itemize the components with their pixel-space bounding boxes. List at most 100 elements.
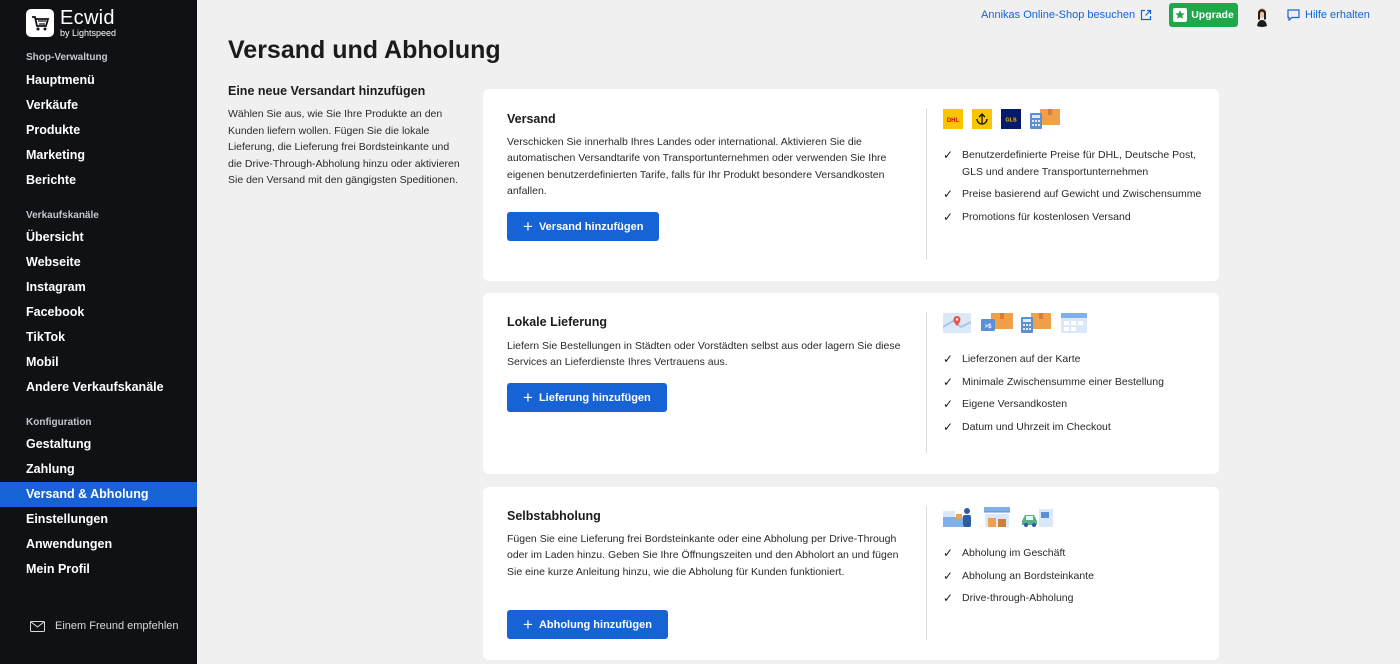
add-delivery-button[interactable]: + Lieferung hinzufügen: [507, 383, 667, 412]
plus-icon: +: [523, 217, 533, 236]
feature-list: ✓ Lieferzonen auf der Karte ✓ Minimale Zwi…: [943, 351, 1203, 441]
list-item: ✓ Benutzerdefinierte Preise für DHL, Deut…: [943, 147, 1203, 180]
sidebar-item-berichte[interactable]: Berichte: [0, 168, 197, 193]
add-shipping-button[interactable]: + Versand hinzufügen: [507, 212, 660, 241]
map-pin-icon: [943, 313, 971, 333]
check-icon: ✓: [943, 568, 954, 583]
sidebar: Ecwid by Lightspeed Shop-Verwaltung Haup…: [0, 0, 197, 664]
gls-logo-icon: GLS: [1001, 109, 1021, 129]
intro-section: Eine neue Versandart hinzufügen Wählen S…: [228, 84, 466, 189]
upgrade-label: Upgrade: [1191, 9, 1234, 21]
logo[interactable]: Ecwid by Lightspeed: [26, 8, 116, 38]
sidebar-item-zahlung[interactable]: Zahlung: [0, 457, 197, 482]
feature-text: Datum und Uhrzeit im Checkout: [962, 420, 1111, 433]
divider: [926, 506, 927, 640]
plus-icon: +: [523, 388, 533, 407]
check-icon: ✓: [943, 546, 954, 560]
refer-friend-label: Einem Freund empfehlen: [55, 620, 179, 632]
card-description: Liefern Sie Bestellungen in Städten oder…: [507, 340, 901, 369]
page-title: Versand und Abholung: [228, 36, 501, 64]
sidebar-item-einstellungen[interactable]: Einstellungen: [0, 507, 197, 532]
feature-list: ✓ Benutzerdefinierte Preise für DHL, Deut…: [943, 147, 1203, 231]
svg-text:GLS: GLS: [1005, 118, 1017, 124]
topbar: Annikas Online-Shop besuchen Upgrade Hil…: [197, 0, 1400, 30]
sidebar-item-instagram[interactable]: Instagram: [0, 275, 197, 300]
plus-icon: +: [523, 615, 533, 634]
shipping-card: Versand Verschicken Sie innerhalb Ihres …: [483, 89, 1219, 281]
card-title: Selbstabholung: [507, 509, 601, 523]
sidebar-item-mobil[interactable]: Mobil: [0, 350, 197, 375]
sidebar-item-verkaufe[interactable]: Verkäufe: [0, 93, 197, 118]
sidebar-item-mein-profil[interactable]: Mein Profil: [0, 557, 197, 582]
external-link-icon: [1141, 9, 1152, 21]
upgrade-button[interactable]: Upgrade: [1169, 3, 1238, 27]
store-pickup-icon: [943, 508, 971, 527]
list-item: ✓ Datum und Uhrzeit im Checkout: [943, 419, 1203, 436]
visit-shop-label: Annikas Online-Shop besuchen: [981, 9, 1136, 21]
intro-heading: Eine neue Versandart hinzufügen: [228, 84, 426, 98]
check-icon: ✓: [943, 352, 954, 366]
divider: [926, 108, 927, 260]
sidebar-item-produkte[interactable]: Produkte: [0, 118, 197, 143]
avatar[interactable]: [1250, 3, 1274, 27]
section-shop-label: Shop-Verwaltung: [26, 52, 108, 63]
feature-text: Preise basierend auf Gewicht und Zwische…: [962, 188, 1202, 200]
help-label: Hilfe erhalten: [1305, 9, 1370, 21]
visit-shop-link[interactable]: Annikas Online-Shop besuchen: [981, 9, 1152, 21]
sidebar-item-anwendungen[interactable]: Anwendungen: [0, 532, 197, 557]
check-icon: ✓: [943, 374, 954, 389]
section-channels-label: Verkaufskanäle: [26, 210, 99, 221]
sidebar-item-facebook[interactable]: Facebook: [0, 300, 197, 325]
sidebar-item-gestaltung[interactable]: Gestaltung: [0, 432, 197, 457]
carrier-icons: DHL GLS: [943, 109, 1071, 129]
card-title: Lokale Lieferung: [507, 315, 608, 329]
calendar-icon: [1061, 313, 1087, 333]
refer-friend-link[interactable]: Einem Freund empfehlen: [30, 620, 179, 632]
sidebar-item-hauptmenu[interactable]: Hauptmenü: [0, 68, 197, 93]
local-delivery-card: Lokale Lieferung Liefern Sie Bestellunge…: [483, 293, 1219, 474]
list-item: ✓ Preise basierend auf Gewicht und Zwisch…: [943, 186, 1203, 203]
curbside-pickup-icon: [984, 507, 1010, 527]
help-link[interactable]: Hilfe erhalten: [1287, 9, 1370, 21]
list-item: ✓ Minimale Zwischensumme einer Bestellung: [943, 374, 1203, 391]
button-label: Abholung hinzufügen: [538, 618, 652, 631]
list-item: ✓ Drive-through-Abholung: [943, 590, 1203, 607]
min-subtotal-box-icon: >$: [981, 313, 1013, 331]
sidebar-item-ubersicht[interactable]: Übersicht: [0, 225, 197, 250]
deutsche-post-logo-icon: [972, 109, 992, 129]
list-item: ✓ Abholung an Bordsteinkante: [943, 568, 1203, 585]
list-item: ✓ Lieferzonen auf der Karte: [943, 351, 1203, 368]
list-item: ✓ Promotions für kostenlosen Versand: [943, 209, 1203, 226]
feature-text: Eigene Versandkosten: [962, 398, 1068, 410]
star-icon: [1173, 8, 1188, 22]
feature-text: Promotions für kostenlosen Versand: [962, 210, 1131, 223]
intro-text: Wählen Sie aus, wie Sie Ihre Produkte an…: [228, 108, 460, 186]
drive-through-icon: [1022, 509, 1053, 527]
card-description: Verschicken Sie innerhalb Ihres Landes o…: [507, 136, 887, 197]
sidebar-item-andere[interactable]: Andere Verkaufskanäle: [0, 375, 197, 400]
pickup-card: Selbstabholung Fügen Sie eine Lieferung …: [483, 487, 1219, 660]
app-sub: by Lightspeed: [60, 28, 117, 38]
feature-text: Lieferzonen auf der Karte: [962, 353, 1081, 365]
button-label: Lieferung hinzufügen: [538, 391, 651, 404]
check-icon: ✓: [943, 591, 954, 605]
add-pickup-button[interactable]: + Abholung hinzufügen: [507, 610, 668, 639]
app-name: Ecwid: [60, 7, 115, 29]
check-icon: ✓: [943, 209, 954, 224]
sidebar-item-tiktok[interactable]: TikTok: [0, 325, 197, 350]
card-title: Versand: [507, 112, 556, 126]
list-item: ✓ Eigene Versandkosten: [943, 396, 1203, 413]
button-label: Versand hinzufügen: [538, 220, 644, 233]
feature-text: Abholung im Geschäft: [962, 547, 1066, 559]
calculator-box-icon: [1021, 313, 1051, 333]
sidebar-item-webseite[interactable]: Webseite: [0, 250, 197, 275]
delivery-icons: >$: [943, 313, 1096, 333]
feature-text: Minimale Zwischensumme einer Bestellung: [962, 375, 1164, 388]
dhl-logo-icon: DHL: [943, 109, 963, 129]
divider: [926, 312, 927, 453]
svg-text:DHL: DHL: [947, 118, 960, 124]
cart-logo-icon: [26, 9, 54, 37]
calculator-box-icon: [1030, 109, 1060, 129]
sidebar-item-marketing[interactable]: Marketing: [0, 143, 197, 168]
sidebar-item-versand-abholung[interactable]: Versand & Abholung: [0, 482, 197, 507]
